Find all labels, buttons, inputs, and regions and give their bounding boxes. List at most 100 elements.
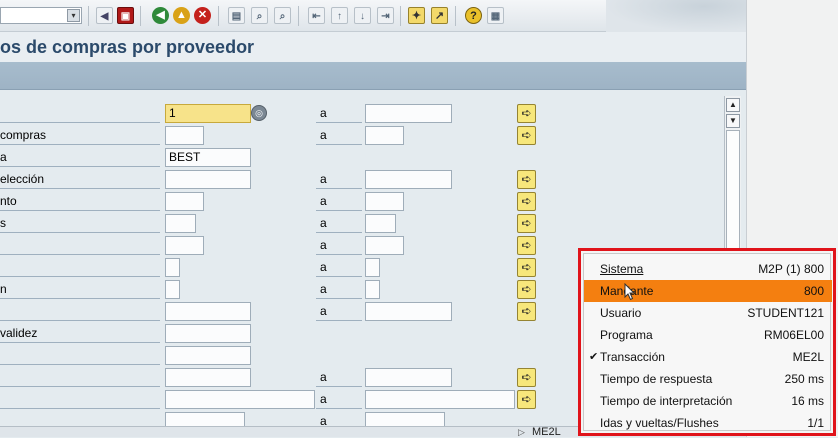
plant-to-field[interactable] [365,236,404,255]
field-label [0,302,160,321]
multiple-selection-icon[interactable]: ➪ [517,280,536,299]
menu-item-tiempo-interpretacion[interactable]: Tiempo de interpretación 16 ms [584,390,832,412]
toolbar-separator [140,6,141,26]
menu-item-tiempo-respuesta[interactable]: Tiempo de respuesta 250 ms [584,368,832,390]
print-icon[interactable]: ▤ [228,7,245,24]
menu-item-value: RM06EL00 [763,328,824,342]
plant-from-field[interactable] [165,236,204,255]
doc-type-to-field[interactable] [365,192,404,211]
page-title: os de compras por proveedor [0,37,255,57]
selection-param-from-field[interactable] [165,170,251,189]
purch-group-to-field[interactable] [365,214,396,233]
menu-item-usuario[interactable]: Usuario STUDENT121 [584,302,832,324]
item-category-to-field[interactable] [365,258,380,277]
field-label [0,346,160,365]
next-page-icon[interactable]: ↓ [354,7,371,24]
purch-org-to-field[interactable] [365,126,404,145]
menu-item-value: 800 [803,284,824,298]
value-help-icon[interactable]: ◎ [251,105,267,121]
delivery-date-to-field[interactable] [365,302,452,321]
vendor-to-field[interactable] [365,104,452,123]
to-label: a [316,280,362,299]
to-label: a [316,390,362,409]
find-next-icon[interactable]: ⌕ [274,7,291,24]
multiple-selection-icon[interactable]: ➪ [517,236,536,255]
shortcut-icon[interactable]: ↗ [431,7,448,24]
account-assignment-to-field[interactable] [365,280,380,299]
selection-row: s a ➪ [0,213,724,235]
to-label: a [316,214,362,233]
menu-item-label: Tiempo de interpretación [600,394,733,408]
menu-item-label: Idas y vueltas/Flushes [600,416,719,430]
status-expand-icon[interactable]: ▷ [518,426,525,438]
field-label: compras [0,126,160,145]
selection-param-to-field[interactable] [365,170,452,189]
menu-item-label: Tiempo de respuesta [600,372,713,386]
help-icon[interactable]: ? [465,7,482,24]
selection-row: 1 ◎ a ➪ [0,103,724,125]
item-category-from-field[interactable] [165,258,180,277]
menu-item-programa[interactable]: Programa RM06EL00 [584,324,832,346]
menu-item-label: Usuario [600,306,642,320]
first-page-icon[interactable]: ⇤ [308,7,325,24]
multiple-selection-icon[interactable]: ➪ [517,258,536,277]
find-icon[interactable]: ⌕ [251,7,268,24]
selection-row: compras a ➪ [0,125,724,147]
material-from-field[interactable] [165,368,251,387]
validity-period-end-field[interactable] [165,346,251,365]
save-icon[interactable]: ▣ [117,7,134,24]
account-assignment-from-field[interactable] [165,280,180,299]
multiple-selection-icon[interactable]: ➪ [517,192,536,211]
material-group-from-field[interactable] [165,390,315,409]
scope-of-list-field[interactable]: BEST [165,148,251,167]
field-label: nto [0,192,160,211]
cancel-icon[interactable]: ✕ [194,7,211,24]
green-back-icon[interactable]: ◀ [152,7,169,24]
field-label [0,368,160,387]
multiple-selection-icon[interactable]: ➪ [517,390,536,409]
mouse-pointer-icon [624,283,636,301]
multiple-selection-icon[interactable]: ➪ [517,126,536,145]
to-label: a [316,104,362,123]
multiple-selection-icon[interactable]: ➪ [517,302,536,321]
back-arrow-icon[interactable]: ◀ [96,7,113,24]
field-label [0,236,160,255]
system-info-popup: Sistema M2P (1) 800 Mandante 800 Usuario… [578,248,836,436]
scroll-down-icon[interactable]: ▼ [726,114,740,128]
new-session-icon[interactable]: ✦ [408,7,425,24]
validity-period-start-field[interactable] [165,324,251,343]
vendor-from-field[interactable]: 1 [165,104,251,123]
scroll-up-icon[interactable]: ▲ [726,98,740,112]
menu-item-label: Programa [600,328,653,342]
field-label: n [0,280,160,299]
menu-item-label: Transacción [600,350,665,364]
purch-org-from-field[interactable] [165,126,204,145]
menu-item-sistema[interactable]: Sistema M2P (1) 800 [584,258,832,280]
field-label: s [0,214,160,233]
menu-item-value: 1/1 [807,416,824,430]
to-label: a [316,126,362,145]
exit-icon[interactable]: ▲ [173,7,190,24]
dropdown-arrow-icon[interactable]: ▾ [67,9,80,22]
multiple-selection-icon[interactable]: ➪ [517,368,536,387]
delivery-date-from-field[interactable] [165,302,251,321]
doc-type-from-field[interactable] [165,192,204,211]
menu-item-value: ME2L [792,350,824,364]
command-field[interactable]: ▾ [0,7,82,24]
menu-item-transaccion[interactable]: ✔ Transacción ME2L [584,346,832,368]
material-to-field[interactable] [365,368,452,387]
toolbar-separator [298,6,299,26]
title-bar: os de compras por proveedor [0,32,746,62]
material-group-to-field[interactable] [365,390,515,409]
menu-item-mandante[interactable]: Mandante 800 [584,280,832,302]
purch-group-from-field[interactable] [165,214,196,233]
multiple-selection-icon[interactable]: ➪ [517,214,536,233]
prev-page-icon[interactable]: ↑ [331,7,348,24]
to-label: a [316,368,362,387]
field-label: validez [0,324,160,343]
menu-item-idas-vueltas[interactable]: Idas y vueltas/Flushes 1/1 [584,412,832,434]
layout-icon[interactable]: ▦ [487,7,504,24]
multiple-selection-icon[interactable]: ➪ [517,170,536,189]
multiple-selection-icon[interactable]: ➪ [517,104,536,123]
last-page-icon[interactable]: ⇥ [377,7,394,24]
